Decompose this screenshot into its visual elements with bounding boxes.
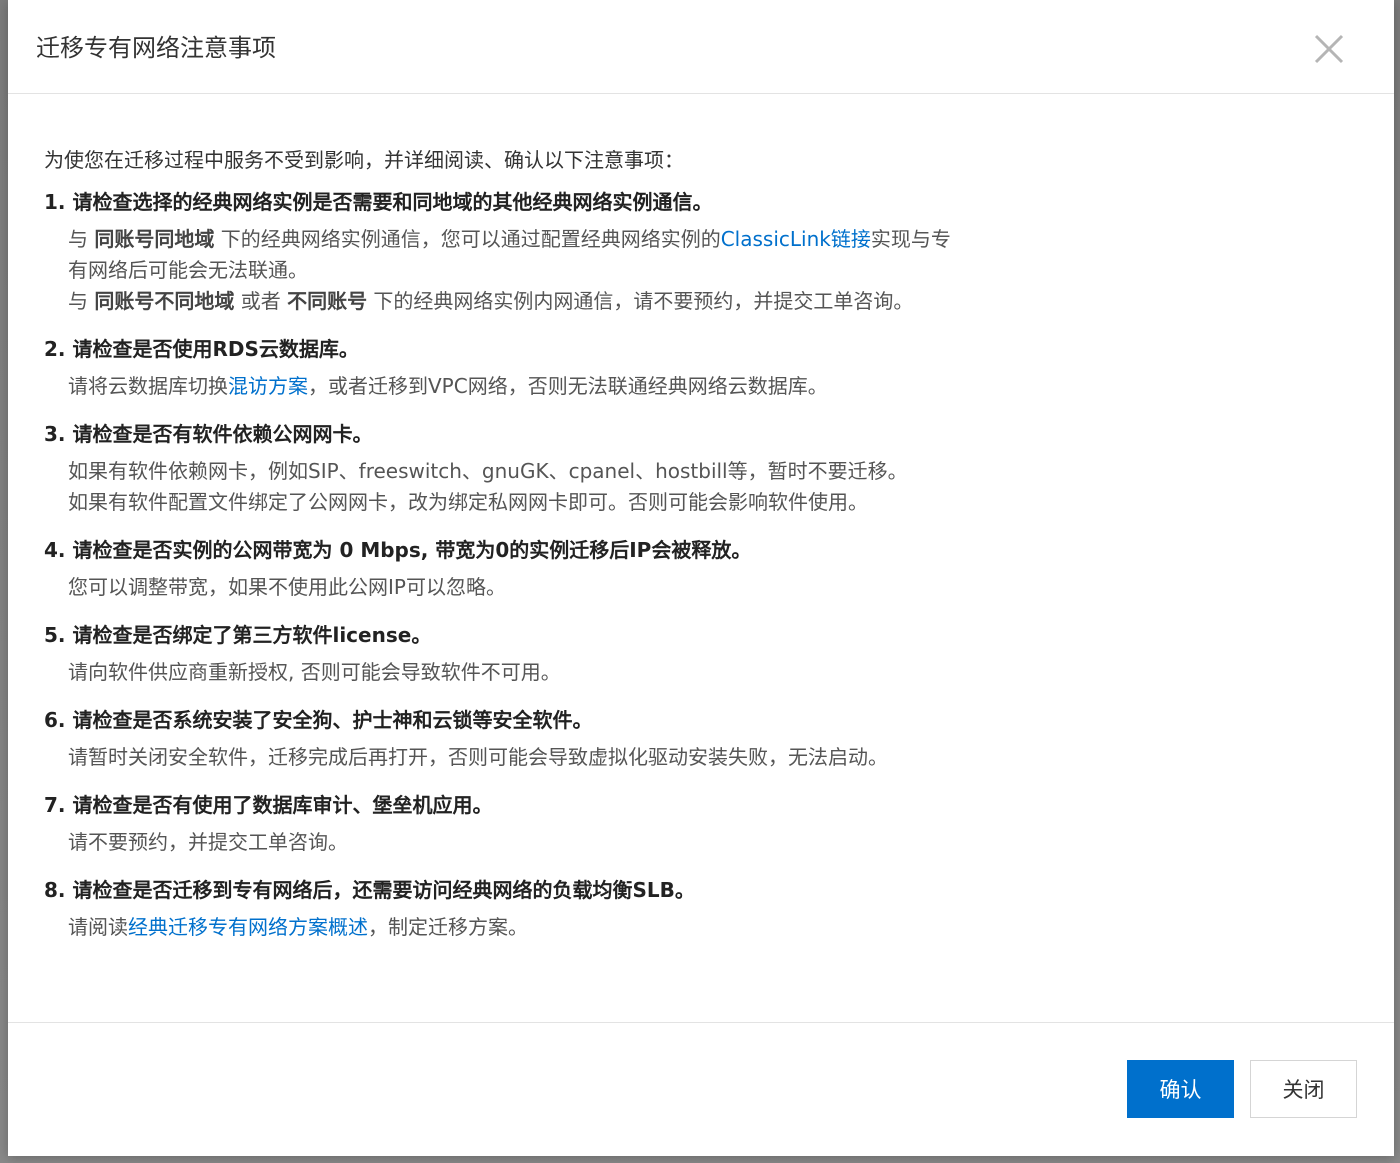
notice-line: 如果有软件依赖网卡，例如SIP、freeswitch、gnuGK、cpanel、… <box>68 459 908 483</box>
notice-item-8: 8. 请检查是否迁移到专有网络后，还需要访问经典网络的负载均衡SLB。 请阅读经… <box>44 872 1364 943</box>
notice-item-4: 4. 请检查是否实例的公网带宽为 0 Mbps, 带宽为0的实例迁移后IP会被释… <box>44 532 1364 603</box>
notice-item-2: 2. 请检查是否使用RDS云数据库。 请将云数据库切换混访方案，或者迁移到VPC… <box>44 331 1364 402</box>
close-button[interactable]: 关闭 <box>1250 1060 1357 1118</box>
notice-item-desc: 请不要预约，并提交工单咨询。 <box>44 827 1364 858</box>
notice-item-title: 1. 请检查选择的经典网络实例是否需要和同地域的其他经典网络实例通信。 <box>44 190 713 214</box>
text-fragment: 实现与专 <box>870 227 951 251</box>
notice-item-desc: 请阅读经典迁移专有网络方案概述，制定迁移方案。 <box>44 912 1364 943</box>
notice-line: 请阅读经典迁移专有网络方案概述，制定迁移方案。 <box>68 912 1364 943</box>
migration-notice-dialog: 迁移专有网络注意事项 为使您在迁移过程中服务不受到影响，并详细阅读、确认以下注意… <box>8 0 1394 1156</box>
migration-overview-link[interactable]: 经典迁移专有网络方案概述 <box>128 915 368 939</box>
text-fragment: ，或者迁移到VPC网络，否则无法联通经典网络云数据库。 <box>308 374 828 398</box>
confirm-button[interactable]: 确认 <box>1127 1060 1234 1118</box>
notice-line: 请不要预约，并提交工单咨询。 <box>68 830 348 854</box>
notice-item-title: 4. 请检查是否实例的公网带宽为 0 Mbps, 带宽为0的实例迁移后IP会被释… <box>44 538 752 562</box>
notice-line: 请将云数据库切换混访方案，或者迁移到VPC网络，否则无法联通经典网络云数据库。 <box>68 371 1364 402</box>
intro-text: 为使您在迁移过程中服务不受到影响，并详细阅读、确认以下注意事项： <box>44 148 684 172</box>
notice-line: 有网络后可能会无法联通。 <box>68 258 308 282</box>
notice-item-5: 5. 请检查是否绑定了第三方软件license。 请向软件供应商重新授权, 否则… <box>44 617 1364 688</box>
notice-item-title: 6. 请检查是否系统安装了安全狗、护士神和云锁等安全软件。 <box>44 708 593 732</box>
text-fragment: ，制定迁移方案。 <box>368 915 528 939</box>
text-fragment: 下的经典网络实例内网通信，请不要预约，并提交工单咨询。 <box>367 289 914 313</box>
notice-item-3: 3. 请检查是否有软件依赖公网网卡。 如果有软件依赖网卡，例如SIP、frees… <box>44 416 1364 518</box>
notice-item-desc: 请向软件供应商重新授权, 否则可能会导致软件不可用。 <box>44 657 1364 688</box>
notice-item-desc: 请暂时关闭安全软件，迁移完成后再打开，否则可能会导致虚拟化驱动安装失败，无法启动… <box>44 742 1364 773</box>
text-fragment: 与 <box>68 289 95 313</box>
dialog-footer: 确认 关闭 <box>8 1022 1394 1156</box>
notice-item-desc: 请将云数据库切换混访方案，或者迁移到VPC网络，否则无法联通经典网络云数据库。 <box>44 371 1364 402</box>
close-icon[interactable] <box>1308 28 1350 70</box>
notice-line: 请暂时关闭安全软件，迁移完成后再打开，否则可能会导致虚拟化驱动安装失败，无法启动… <box>68 745 888 769</box>
hybrid-access-link[interactable]: 混访方案 <box>228 374 308 398</box>
classiclink-link[interactable]: ClassicLink链接 <box>721 227 871 251</box>
notice-item-6: 6. 请检查是否系统安装了安全狗、护士神和云锁等安全软件。 请暂时关闭安全软件，… <box>44 702 1364 773</box>
notice-item-title: 3. 请检查是否有软件依赖公网网卡。 <box>44 422 373 446</box>
notice-item-title: 5. 请检查是否绑定了第三方软件license。 <box>44 623 432 647</box>
notice-item-1: 1. 请检查选择的经典网络实例是否需要和同地域的其他经典网络实例通信。 与 同账… <box>44 184 1364 317</box>
notice-item-7: 7. 请检查是否有使用了数据库审计、堡垒机应用。 请不要预约，并提交工单咨询。 <box>44 787 1364 858</box>
dialog-title: 迁移专有网络注意事项 <box>36 34 276 62</box>
notice-line: 请向软件供应商重新授权, 否则可能会导致软件不可用。 <box>68 660 561 684</box>
text-fragment: 与 <box>68 227 95 251</box>
notice-item-desc: 您可以调整带宽，如果不使用此公网IP可以忽略。 <box>44 572 1364 603</box>
text-fragment: 或者 <box>234 289 288 313</box>
text-fragment: 下的经典网络实例通信，您可以通过配置经典网络实例的 <box>214 227 721 251</box>
notice-item-title: 2. 请检查是否使用RDS云数据库。 <box>44 337 359 361</box>
emphasis-same-account-same-region: 同账号同地域 <box>94 227 215 251</box>
emphasis-same-account-diff-region: 同账号不同地域 <box>94 289 235 313</box>
notice-item-desc: 如果有软件依赖网卡，例如SIP、freeswitch、gnuGK、cpanel、… <box>44 456 1364 518</box>
dialog-body: 为使您在迁移过程中服务不受到影响，并详细阅读、确认以下注意事项： 1. 请检查选… <box>44 142 1364 957</box>
emphasis-diff-account: 不同账号 <box>287 289 368 313</box>
text-fragment: 请阅读 <box>68 915 128 939</box>
notice-line: 您可以调整带宽，如果不使用此公网IP可以忽略。 <box>68 575 506 599</box>
text-fragment: 请将云数据库切换 <box>68 374 228 398</box>
notice-item-title: 7. 请检查是否有使用了数据库审计、堡垒机应用。 <box>44 793 493 817</box>
notice-line: 如果有软件配置文件绑定了公网网卡，改为绑定私网网卡即可。否则可能会影响软件使用。 <box>68 490 868 514</box>
notice-line: 与 同账号同地域 下的经典网络实例通信，您可以通过配置经典网络实例的Classi… <box>68 224 1364 255</box>
dialog-header: 迁移专有网络注意事项 <box>8 0 1394 94</box>
notice-item-desc: 与 同账号同地域 下的经典网络实例通信，您可以通过配置经典网络实例的Classi… <box>44 224 1364 317</box>
notice-item-title: 8. 请检查是否迁移到专有网络后，还需要访问经典网络的负载均衡SLB。 <box>44 878 695 902</box>
notice-line: 与 同账号不同地域 或者 不同账号 下的经典网络实例内网通信，请不要预约，并提交… <box>68 286 1364 317</box>
